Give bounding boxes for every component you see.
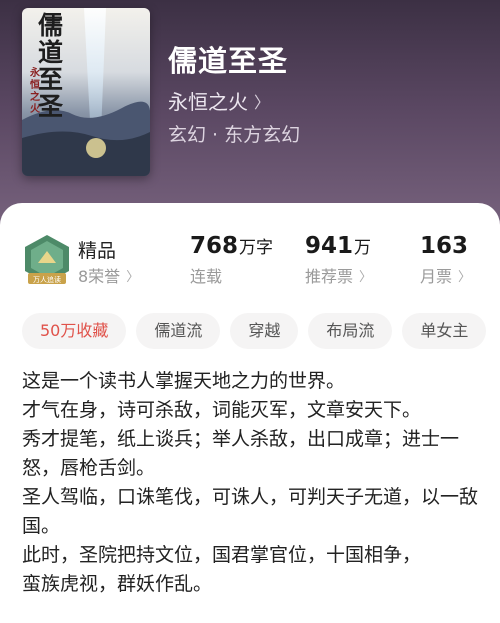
recommend-value: 941	[305, 233, 354, 259]
honor-badge-icon[interactable]: 万人追读	[22, 233, 72, 287]
book-info-card: 万人追读 精品 8荣誉 〉 768 万字 连载 941 万 推荐票 〉 163 月票…	[0, 203, 500, 623]
tag-item[interactable]: 单女主	[402, 313, 487, 349]
author-name: 永恒之火	[168, 90, 248, 114]
monthly-link[interactable]: 月票 〉	[420, 263, 471, 287]
description-line: 这是一个读书人掌握天地之力的世界。	[22, 370, 346, 392]
badge-text: 万人追读	[33, 275, 61, 284]
tag-item[interactable]: 布局流	[308, 313, 393, 349]
tag-list: 50万收藏 儒道流 穿越 布局流 单女主	[22, 313, 487, 349]
word-count-value: 768	[190, 233, 239, 259]
cover-author: 永恒之火	[30, 68, 40, 115]
description-line: 蛮族虎视，群妖作乱。	[22, 573, 213, 595]
serial-status-label: 连载	[190, 267, 223, 286]
book-title: 儒道至圣	[168, 44, 289, 78]
description-line: 才气在身，诗可杀敌，词能灭军，文章安天下。	[22, 399, 422, 421]
recommend-votes: 941 万	[305, 233, 371, 259]
chevron-right-icon: 〉	[126, 269, 140, 285]
tag-collections[interactable]: 50万收藏	[22, 313, 127, 349]
chevron-right-icon: 〉	[254, 92, 271, 112]
monthly-votes: 163	[420, 233, 468, 259]
description-line: 秀才提笔，纸上谈兵；举人杀敌，出口成章；进士一怒，唇枪舌剑。	[22, 428, 460, 479]
monthly-value: 163	[420, 233, 469, 259]
author-link[interactable]: 永恒之火 〉	[168, 86, 270, 115]
monthly-label: 月票	[420, 267, 453, 286]
description-line: 此时，圣院把持文位，国君掌官位，十国相争，	[22, 544, 422, 566]
tag-item[interactable]: 儒道流	[136, 313, 221, 349]
quality-label: 精品	[78, 240, 117, 262]
honors-link[interactable]: 8荣誉 〉	[78, 263, 139, 287]
serial-status: 连载	[190, 263, 222, 287]
book-description[interactable]: 这是一个读书人掌握天地之力的世界。 才气在身，诗可杀敌，词能灭军，文章安天下。 …	[22, 367, 482, 599]
recommend-unit: 万	[354, 238, 372, 258]
tag-item[interactable]: 穿越	[230, 313, 299, 349]
cover-title: 儒道至圣	[38, 11, 64, 121]
recommend-link[interactable]: 推荐票 〉	[305, 263, 372, 287]
description-line: 圣人驾临，口诛笔伐，可诛人，可判天子无道，以一敌国。	[22, 486, 479, 537]
word-count-unit: 万字	[239, 238, 274, 258]
book-cover[interactable]: 儒道至圣 永恒之火	[22, 8, 150, 176]
book-genre: 玄幻 · 东方玄幻	[168, 124, 301, 146]
chevron-right-icon: 〉	[359, 269, 373, 285]
chevron-right-icon: 〉	[458, 269, 472, 285]
recommend-label: 推荐票	[305, 267, 354, 286]
word-count: 768 万字	[190, 233, 273, 259]
honors-count: 8荣誉	[78, 267, 121, 286]
